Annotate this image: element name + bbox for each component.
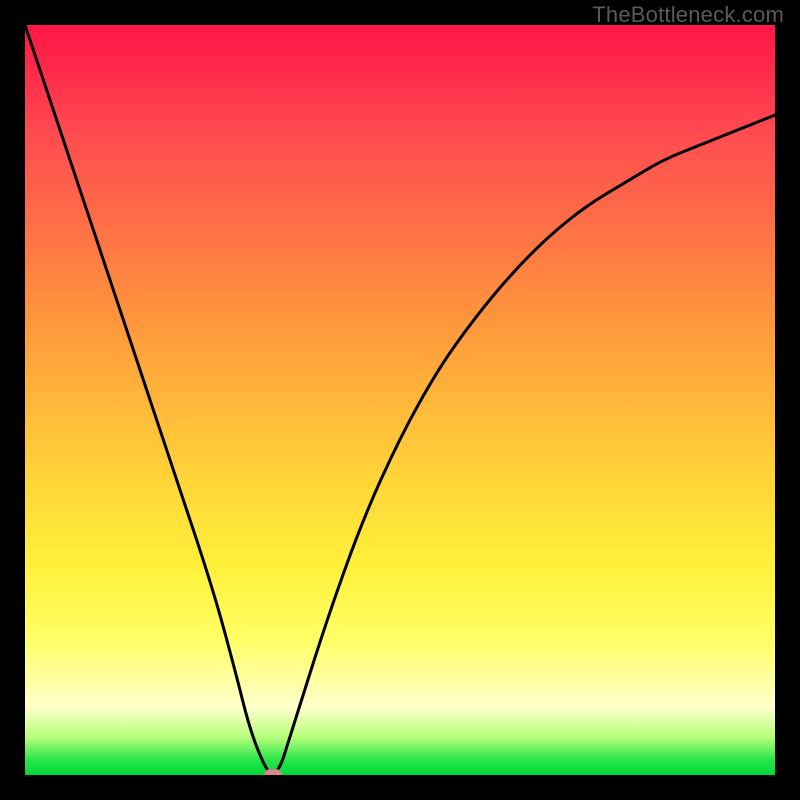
watermark-text: TheBottleneck.com	[592, 2, 784, 28]
plot-area	[25, 25, 775, 775]
bottleneck-curve	[25, 25, 775, 775]
chart-frame: TheBottleneck.com	[0, 0, 800, 800]
optimal-point-marker	[264, 769, 282, 775]
